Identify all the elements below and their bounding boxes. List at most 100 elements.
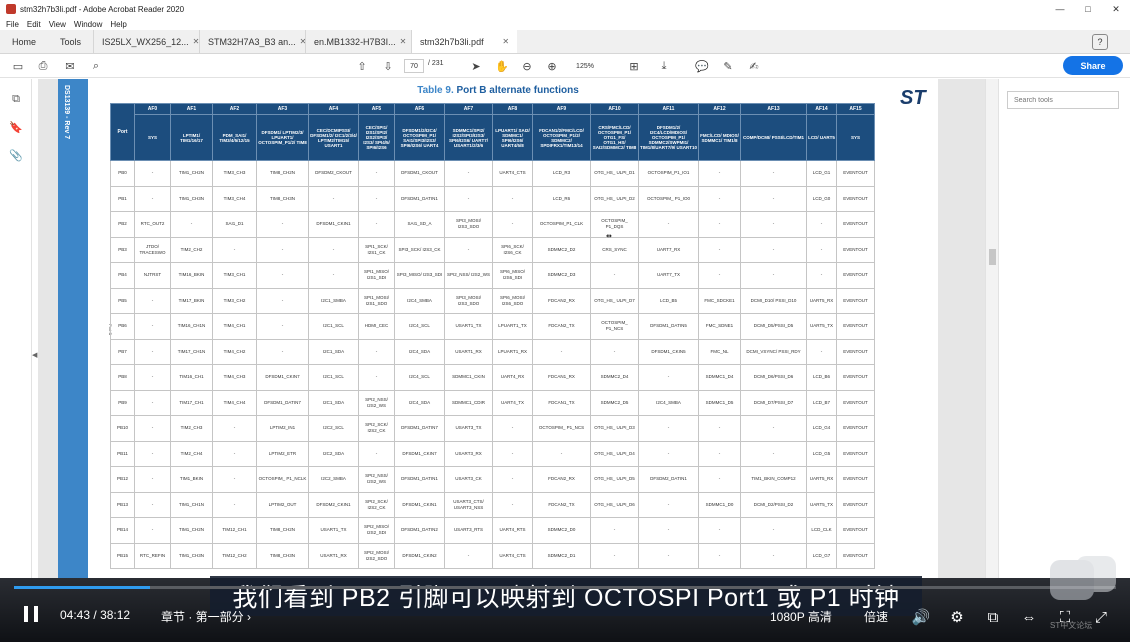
af-cell: FDCAN2_TX [532, 313, 591, 340]
minimize-button[interactable]: — [1046, 0, 1074, 18]
af-column-header: AF3 [256, 103, 309, 115]
page-layout-icon[interactable]: ⊞ [626, 58, 642, 74]
port-pin-cell: PB2 [110, 211, 135, 238]
scroll-mode-icon[interactable]: ⤓ [656, 58, 672, 74]
close-tab-icon[interactable]: ✕ [502, 37, 509, 46]
video-progress-bar[interactable] [14, 586, 1116, 589]
af-cell: - [134, 160, 171, 187]
help-button[interactable]: ? [1092, 34, 1108, 50]
doc-tab-active[interactable]: stm32h7b3li.pdf ✕ [411, 30, 518, 53]
next-page-icon[interactable]: ⇩ [380, 58, 396, 74]
menu-bar: File Edit View Window Help [0, 18, 1130, 30]
settings-icon[interactable]: ⚙ [948, 608, 966, 626]
af-cell: - [134, 313, 171, 340]
close-tab-icon[interactable]: ✕ [400, 37, 407, 46]
page-number-input[interactable]: 70 [404, 59, 424, 73]
scrollbar-thumb[interactable] [989, 249, 996, 265]
sign-icon[interactable]: ✍ [746, 58, 762, 74]
chapter-button[interactable]: 章节 · 第一部分 › [161, 608, 251, 625]
zoom-level[interactable]: 125% [570, 59, 600, 73]
af-cell: DCMI_D6/PSSI_D6 [740, 364, 807, 391]
menu-file[interactable]: File [6, 20, 19, 29]
menu-window[interactable]: Window [74, 20, 102, 29]
widescreen-icon[interactable]: ⇔ [1020, 608, 1038, 626]
af-cell: LCD_B6 [806, 364, 837, 391]
table-title-text: Port B alternate functions [456, 85, 579, 96]
af-cell: FDCAN2_RX [532, 287, 591, 314]
search-icon[interactable]: ⌕ [88, 58, 104, 74]
af-cell: DFSDM1_CKIN7 [394, 440, 445, 467]
tab-tools[interactable]: Tools [48, 30, 93, 53]
email-icon[interactable]: ✉ [62, 58, 78, 74]
af-cell: TIM2_CH3 [170, 415, 213, 442]
resolution-button[interactable]: 1080P 高清 [770, 608, 832, 625]
highlight-pen-icon[interactable]: ✎ [720, 58, 736, 74]
picture-in-picture-icon[interactable]: ⧉ [984, 608, 1002, 626]
speed-button[interactable]: 倍速 [864, 608, 888, 625]
watermark-text: ST中文论坛 [1050, 621, 1093, 630]
af-peripheral-header: SYS [836, 114, 875, 161]
af-cell: FDCAN1_RX [532, 364, 591, 391]
af-cell: - [308, 262, 359, 289]
text-cursor-icon: ⇹ [606, 233, 612, 240]
maximize-button[interactable]: □ [1074, 0, 1102, 18]
af-cell: FDCAN2_RX [532, 466, 591, 493]
table-row: PB4 NJTRST TIM16_BKIN TIM3_CH1- - SPI1_MISO/ … [110, 262, 875, 289]
af-cell: LCD_G1 [806, 160, 837, 187]
af-cell: - [698, 542, 741, 569]
menu-edit[interactable]: Edit [27, 20, 41, 29]
close-button[interactable]: ✕ [1102, 0, 1130, 18]
save-icon[interactable]: ▭ [10, 58, 26, 74]
af-cell: DFSDM2_CKIN1 [308, 491, 359, 518]
af-cell: SDMMC1_D0 [698, 491, 741, 518]
af-cell: I2C1_SCL [308, 313, 359, 340]
select-cursor-icon[interactable]: ➤ [468, 58, 484, 74]
af-cell: TIM3_CH1 [212, 262, 257, 289]
doc-tab[interactable]: IS25LX_WX256_12... ✕ [93, 30, 199, 53]
menu-help[interactable]: Help [110, 20, 126, 29]
search-tools-input[interactable] [1007, 91, 1119, 109]
af-cell: - [308, 185, 359, 212]
af-cell: OTG_HS_ ULPI_D7 [590, 287, 639, 314]
tab-bar: Home Tools IS25LX_WX256_12... ✕ STM32H7A3… [0, 30, 1130, 54]
print-icon[interactable]: ⎙ [35, 58, 51, 74]
share-button[interactable]: Share [1063, 56, 1123, 75]
table-row: PB0- TIM1_CH2N TIM3_CH3 TIM8_CH2N DFSDM2_CKO… [110, 160, 875, 187]
af-cell: I2C1_SMBA [308, 287, 359, 314]
zoom-out-icon[interactable]: ⊖ [519, 58, 535, 74]
af-cell: I2C4_SDA [394, 338, 445, 365]
previous-page-icon[interactable]: ⇧ [354, 58, 370, 74]
menu-view[interactable]: View [49, 20, 66, 29]
af-peripheral-header: PDM_SAI1/ TIM3/4/5/12/15 [212, 114, 257, 161]
table-row: PB2 RTC_OUT2- SAI1_D1- DFSDM1_CKIN1- SAI1_SD… [110, 211, 875, 238]
af-cell: DFSDM1_DATIN2 [394, 517, 445, 544]
af-cell: DFSDM1_DATIN7 [394, 415, 445, 442]
tab-home[interactable]: Home [0, 30, 48, 53]
af-cell: EVENTOUT [836, 364, 875, 391]
af-cell: - [698, 415, 741, 442]
pause-button[interactable] [24, 606, 38, 622]
af-cell: - [444, 160, 493, 187]
bookmark-icon[interactable]: 🔖 [9, 121, 23, 134]
doc-tab[interactable]: en.MB1332-H7B3I... ✕ [305, 30, 411, 53]
af-cell: SDMMC1_CDIR [444, 389, 493, 416]
zoom-in-icon[interactable]: ⊕ [544, 58, 560, 74]
af-cell: - [698, 160, 741, 187]
doc-tab[interactable]: STM32H7A3_B3 an...✕ [199, 30, 305, 53]
af-cell: DCMI_D2/PSSI_D2 [740, 491, 807, 518]
af-cell: EVENTOUT [836, 542, 875, 569]
table-row: PB1- TIM1_CH3N TIM3_CH4 TIM8_CH3N - - DFSDM1_D… [110, 185, 875, 212]
af-cell: I2C4_SCL [394, 364, 445, 391]
document-view[interactable]: DS13139 - Rev 7 Table 9. Port B alternat… [38, 79, 998, 579]
attachment-icon[interactable]: 📎 [9, 149, 23, 162]
comment-icon[interactable]: 💬 [694, 58, 710, 74]
port-pin-cell: PB3 [110, 236, 135, 263]
volume-icon[interactable]: 🔊 [912, 608, 931, 626]
hand-tool-icon[interactable]: ✋ [494, 58, 510, 74]
vertical-scrollbar[interactable] [985, 79, 998, 579]
page-side-band: DS13139 - Rev 7 [58, 79, 88, 579]
af-cell: LCD_R6 [532, 185, 591, 212]
page-thumbnails-icon[interactable]: ⧉ [10, 93, 22, 105]
forum-watermark: ST中文论坛 [1050, 556, 1122, 636]
af-cell: - [358, 211, 395, 238]
